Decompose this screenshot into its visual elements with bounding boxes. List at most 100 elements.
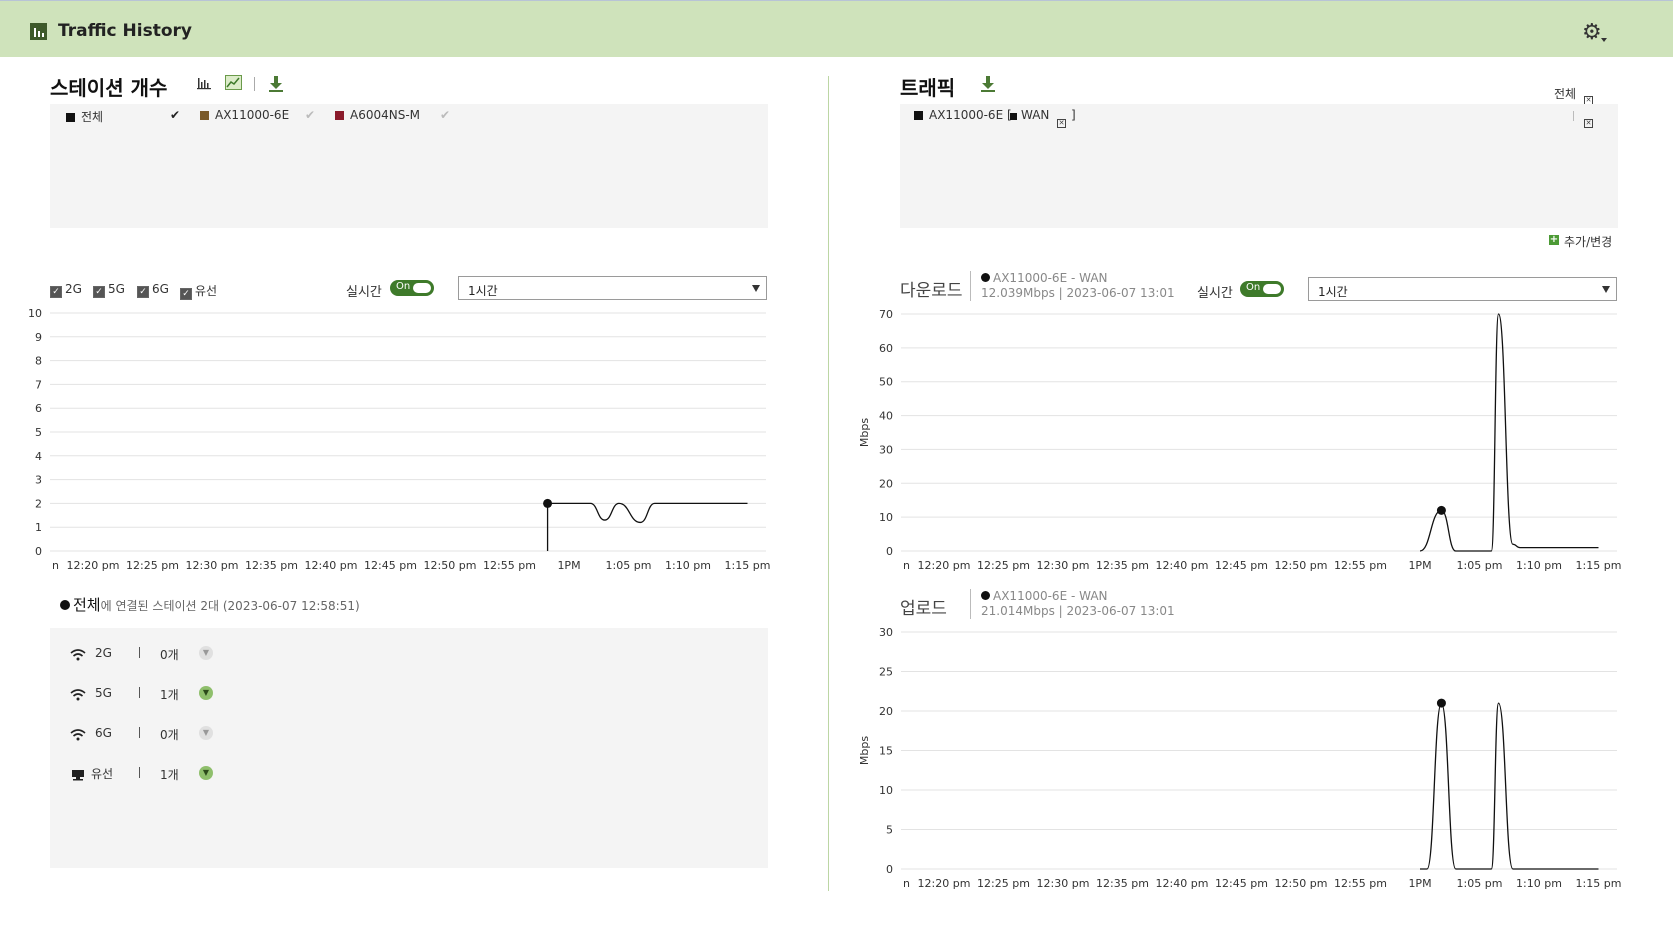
top-bar: Traffic History ⚙ [0, 0, 1673, 57]
band-count-2g: 0개 [160, 648, 179, 662]
stations-chart: 0 1 2 3 4 5 6 7 8 9 10 n 12:20 pm 12:25 pm 12:30 pm 12:… [28, 307, 771, 572]
y-tick-label: 10 [879, 784, 893, 797]
x-tick-label: 1:15 pm [725, 559, 771, 572]
y-tick-label: 1 [35, 521, 42, 534]
x-tick-label: 12:40 pm [1156, 559, 1209, 572]
remove-device-icon[interactable]: ✕ [1584, 110, 1593, 129]
band-count-6g: 0개 [160, 728, 179, 742]
y-tick-label: 6 [35, 402, 42, 415]
realtime-toggle[interactable]: On [1240, 281, 1284, 297]
y-tick-label: 25 [879, 666, 893, 679]
gear-caret-icon[interactable] [1601, 38, 1607, 42]
x-tick-label: 1PM [1408, 877, 1431, 890]
legend-item-all[interactable]: 전체 [66, 108, 103, 125]
realtime-toggle[interactable]: On [390, 280, 434, 296]
x-tick-label: 12:50 pm [424, 559, 477, 572]
line-chart-toggle-icon[interactable] [225, 75, 242, 94]
upload-info: AX11000-6E - WAN 21.014Mbps | 2023-06-07 … [981, 589, 1175, 618]
legend-color-swatch [200, 111, 209, 120]
traffic-title: 트래픽 [900, 76, 956, 100]
legend-item-ax11000[interactable]: AX11000-6E [200, 108, 289, 122]
wifi-icon [70, 686, 86, 701]
wifi-icon [70, 646, 86, 661]
x-tick-label: n [52, 559, 59, 572]
add-change-link[interactable]: 추가/변경 [1564, 233, 1612, 250]
filter-6g-checkbox[interactable]: ✓ 6G [137, 282, 169, 298]
x-tick-label: 12:35 pm [1096, 559, 1149, 572]
band-separator [139, 687, 140, 698]
expand-2g-button[interactable]: ▼ [199, 646, 213, 660]
x-tick-label: 12:20 pm [918, 559, 971, 572]
x-tick-label: 12:55 pm [1334, 559, 1387, 572]
x-tick-label: 12:25 pm [126, 559, 179, 572]
bar-chart-toggle-icon[interactable] [197, 76, 211, 94]
band-count-wired: 1개 [160, 768, 179, 782]
series-dot [981, 591, 990, 600]
x-tick-label: 12:45 pm [1215, 559, 1268, 572]
x-tick-label: 12:20 pm [67, 559, 120, 572]
x-tick-label: 12:35 pm [245, 559, 298, 572]
x-tick-label: 12:45 pm [1215, 877, 1268, 890]
download-icon[interactable] [269, 76, 283, 92]
y-tick-label: 30 [879, 626, 893, 639]
x-tick-label: 1:10 pm [1516, 559, 1562, 572]
wired-icon [71, 766, 87, 781]
toolbar-separator [254, 77, 255, 91]
upload-title: 업로드 [900, 599, 947, 619]
y-axis-label: Mbps [858, 418, 871, 447]
wifi-icon [70, 726, 86, 741]
range-select[interactable]: 1시간 [1308, 277, 1617, 301]
expand-5g-button[interactable]: ▼ [199, 686, 213, 700]
traffic-wan-legend[interactable]: WAN [1010, 108, 1049, 122]
realtime-label: 실시간 [1197, 286, 1233, 301]
add-icon[interactable]: + [1549, 235, 1559, 245]
legend-item-a6004[interactable]: A6004NS-M [335, 108, 420, 122]
gear-icon[interactable]: ⚙ [1582, 22, 1602, 44]
y-tick-label: 50 [879, 376, 893, 389]
filter-wired-checkbox[interactable]: ✓ 유선 [180, 282, 217, 300]
y-tick-label: 10 [28, 307, 42, 320]
x-tick-label: 12:20 pm [918, 877, 971, 890]
expand-wired-button[interactable]: ▼ [199, 766, 213, 780]
stations-legend-panel [50, 104, 768, 228]
y-tick-label: 2 [35, 497, 42, 510]
y-tick-label: 60 [879, 342, 893, 355]
download-info: AX11000-6E - WAN 12.039Mbps | 2023-06-07 … [981, 271, 1175, 300]
check-icon[interactable]: ✔ [170, 108, 180, 122]
page-title: Traffic History [58, 21, 192, 41]
remove-wan-icon[interactable]: ✕ [1057, 110, 1066, 129]
download-chart: 0 10 20 30 40 50 60 70 n 12:20 pm 12:25 pm 12:30 pm… [858, 308, 1622, 572]
traffic-device-legend[interactable]: AX11000-6E [ [914, 108, 1012, 122]
filter-5g-checkbox[interactable]: ✓ 5G [93, 282, 125, 298]
x-tick-label: 1PM [1408, 559, 1431, 572]
y-tick-label: 5 [35, 426, 42, 439]
check-icon[interactable]: ✔ [440, 108, 450, 122]
x-tick-label: 12:55 pm [483, 559, 536, 572]
traffic-legend-panel [900, 104, 1618, 228]
series-dot [981, 273, 990, 282]
y-tick-label: 9 [35, 331, 42, 344]
x-tick-label: 12:25 pm [977, 559, 1030, 572]
upload-chart: 0 5 10 15 20 25 30 n 12:20 pm 12:25 pm 12:30 pm 12:… [858, 626, 1621, 890]
filter-2g-checkbox[interactable]: ✓ 2G [50, 282, 82, 298]
x-tick-label: 12:25 pm [977, 877, 1030, 890]
y-tick-label: 30 [879, 443, 893, 456]
range-select[interactable]: 1시간 [458, 276, 767, 300]
x-tick-label: 1:05 pm [606, 559, 652, 572]
x-tick-label: 1PM [557, 559, 580, 572]
legend-separator [1573, 111, 1574, 121]
expand-6g-button[interactable]: ▼ [199, 726, 213, 740]
legend-color-swatch [914, 111, 923, 120]
stations-title: 스테이션 개수 [50, 76, 168, 100]
summary-text: 에 연결된 스테이션 2대 (2023-06-07 12:58:51) [100, 599, 360, 613]
x-tick-label: 1:05 pm [1457, 877, 1503, 890]
x-tick-label: 1:15 pm [1576, 559, 1622, 572]
download-icon[interactable] [981, 76, 995, 92]
check-icon[interactable]: ✔ [305, 108, 315, 122]
band-separator [139, 647, 140, 658]
y-tick-label: 70 [879, 308, 893, 321]
info-separator [970, 271, 971, 301]
series-dot [60, 600, 70, 610]
info-separator [970, 589, 971, 619]
legend-color-swatch [1010, 113, 1017, 120]
